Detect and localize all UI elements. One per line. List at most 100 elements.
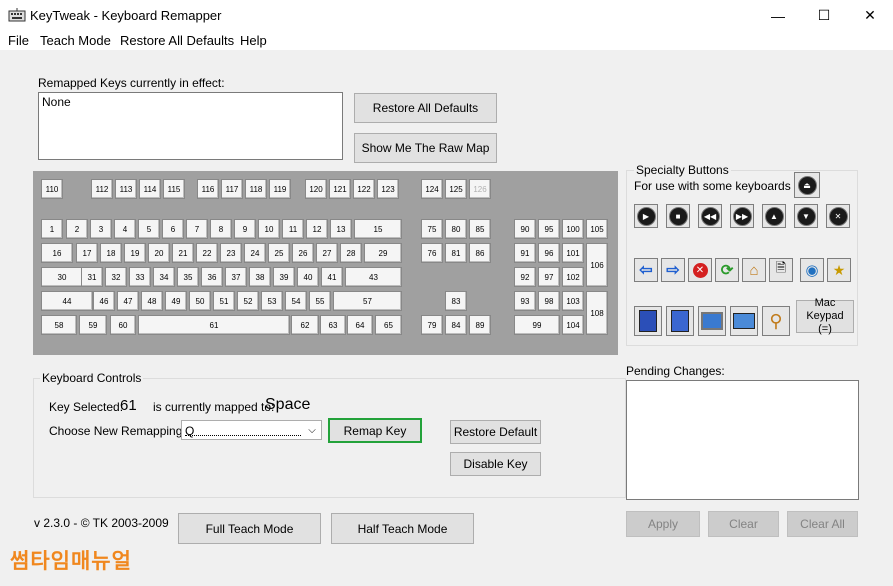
maximize-button[interactable]: ☐ <box>801 0 847 31</box>
key-3[interactable]: 3 <box>90 219 112 239</box>
key-18[interactable]: 18 <box>100 243 122 263</box>
key-79[interactable]: 79 <box>421 315 443 335</box>
remapping-select[interactable]: Q ⌵ <box>181 420 322 440</box>
key-35[interactable]: 35 <box>177 267 199 287</box>
full-teach-mode-button[interactable]: Full Teach Mode <box>178 513 321 544</box>
key-120[interactable]: 120 <box>305 179 327 199</box>
key-28[interactable]: 28 <box>340 243 362 263</box>
key-51[interactable]: 51 <box>213 291 235 311</box>
calculator-button[interactable] <box>730 306 758 336</box>
key-93[interactable]: 93 <box>514 291 536 311</box>
key-58[interactable]: 58 <box>41 315 77 335</box>
pending-changes-list[interactable] <box>626 380 859 500</box>
key-89[interactable]: 89 <box>469 315 491 335</box>
key-81[interactable]: 81 <box>445 243 467 263</box>
key-119[interactable]: 119 <box>269 179 291 199</box>
key-125[interactable]: 125 <box>445 179 467 199</box>
half-teach-mode-button[interactable]: Half Teach Mode <box>331 513 474 544</box>
remapped-keys-list[interactable]: None <box>38 92 343 160</box>
key-23[interactable]: 23 <box>220 243 242 263</box>
key-75[interactable]: 75 <box>421 219 443 239</box>
close-button[interactable]: ✕ <box>847 0 893 31</box>
key-2[interactable]: 2 <box>66 219 88 239</box>
key-121[interactable]: 121 <box>329 179 351 199</box>
key-16[interactable]: 16 <box>41 243 73 263</box>
menu-file[interactable]: File <box>8 33 29 48</box>
key-102[interactable]: 102 <box>562 267 584 287</box>
key-1[interactable]: 1 <box>41 219 63 239</box>
previous-track-button[interactable]: ◀◀ <box>698 204 722 228</box>
key-46[interactable]: 46 <box>93 291 115 311</box>
key-40[interactable]: 40 <box>297 267 319 287</box>
key-36[interactable]: 36 <box>201 267 223 287</box>
key-31[interactable]: 31 <box>81 267 103 287</box>
chevron-down-icon[interactable]: ⌵ <box>303 421 321 439</box>
key-25[interactable]: 25 <box>268 243 290 263</box>
key-115[interactable]: 115 <box>163 179 185 199</box>
volume-up-button[interactable]: ▲ <box>762 204 786 228</box>
key-65[interactable]: 65 <box>375 315 402 335</box>
key-85[interactable]: 85 <box>469 219 491 239</box>
key-97[interactable]: 97 <box>538 267 560 287</box>
apply-button[interactable]: Apply <box>626 511 700 537</box>
key-99[interactable]: 99 <box>514 315 560 335</box>
key-113[interactable]: 113 <box>115 179 137 199</box>
my-computer-button[interactable] <box>698 306 726 336</box>
key-44[interactable]: 44 <box>41 291 93 311</box>
key-12[interactable]: 12 <box>306 219 328 239</box>
key-83[interactable]: 83 <box>445 291 467 311</box>
favorites-folder-button[interactable]: ★ <box>827 258 851 282</box>
key-90[interactable]: 90 <box>514 219 536 239</box>
key-52[interactable]: 52 <box>237 291 259 311</box>
mac-keypad-button[interactable]: Mac Keypad (=) <box>796 297 854 335</box>
key-39[interactable]: 39 <box>273 267 295 287</box>
key-7[interactable]: 7 <box>186 219 208 239</box>
key-61[interactable]: 61 <box>138 315 290 335</box>
browser-search-button[interactable]: 🗎 <box>769 258 793 282</box>
key-26[interactable]: 26 <box>292 243 314 263</box>
remap-key-button[interactable]: Remap Key <box>328 418 422 443</box>
search-button[interactable]: ⚲ <box>762 306 790 336</box>
key-21[interactable]: 21 <box>172 243 194 263</box>
key-22[interactable]: 22 <box>196 243 218 263</box>
key-43[interactable]: 43 <box>345 267 402 287</box>
key-6[interactable]: 6 <box>162 219 184 239</box>
restore-all-defaults-button[interactable]: Restore All Defaults <box>354 93 497 123</box>
key-32[interactable]: 32 <box>105 267 127 287</box>
key-50[interactable]: 50 <box>189 291 211 311</box>
browser-back-button[interactable]: ⇦ <box>634 258 658 282</box>
menu-restore-all-defaults[interactable]: Restore All Defaults <box>120 33 234 48</box>
volume-down-button[interactable]: ▼ <box>794 204 818 228</box>
key-62[interactable]: 62 <box>291 315 319 335</box>
key-100[interactable]: 100 <box>562 219 584 239</box>
browser-home-button[interactable]: ⌂ <box>742 258 766 282</box>
launch-mail-button[interactable] <box>666 306 694 336</box>
key-20[interactable]: 20 <box>148 243 170 263</box>
key-13[interactable]: 13 <box>330 219 352 239</box>
key-37[interactable]: 37 <box>225 267 247 287</box>
key-47[interactable]: 47 <box>117 291 139 311</box>
key-117[interactable]: 117 <box>221 179 243 199</box>
key-98[interactable]: 98 <box>538 291 560 311</box>
key-123[interactable]: 123 <box>377 179 399 199</box>
key-86[interactable]: 86 <box>469 243 491 263</box>
show-raw-map-button[interactable]: Show Me The Raw Map <box>354 133 497 163</box>
key-55[interactable]: 55 <box>309 291 331 311</box>
key-53[interactable]: 53 <box>261 291 283 311</box>
key-103[interactable]: 103 <box>562 291 584 311</box>
key-95[interactable]: 95 <box>538 219 560 239</box>
key-38[interactable]: 38 <box>249 267 271 287</box>
key-29[interactable]: 29 <box>364 243 402 263</box>
clear-button[interactable]: Clear <box>708 511 779 537</box>
key-48[interactable]: 48 <box>141 291 163 311</box>
browser-forward-button[interactable]: ⇨ <box>661 258 685 282</box>
disable-key-button[interactable]: Disable Key <box>450 452 541 476</box>
key-84[interactable]: 84 <box>445 315 467 335</box>
key-105[interactable]: 105 <box>586 219 608 239</box>
stop-button[interactable]: ■ <box>666 204 690 228</box>
key-33[interactable]: 33 <box>129 267 151 287</box>
key-126[interactable]: 126 <box>469 179 491 199</box>
key-4[interactable]: 4 <box>114 219 136 239</box>
key-110[interactable]: 110 <box>41 179 63 199</box>
key-15[interactable]: 15 <box>354 219 402 239</box>
